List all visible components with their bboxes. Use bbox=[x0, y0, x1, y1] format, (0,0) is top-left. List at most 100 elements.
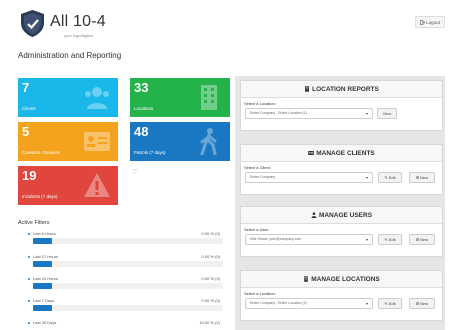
field-label: Select a User: bbox=[244, 227, 270, 232]
app-title: All 10-4 bbox=[50, 13, 106, 30]
filter-value: 0.00 % (0) bbox=[201, 231, 220, 236]
tile-label: Patrols (7 days) bbox=[134, 150, 166, 155]
location-report-select[interactable]: Entire Company - Entire Location (1) ▾ bbox=[245, 108, 373, 119]
bullet-icon bbox=[28, 256, 30, 258]
heart-icon[interactable]: ♡ bbox=[132, 168, 138, 176]
pencil-icon: ✎ bbox=[384, 175, 388, 180]
field-label: Select a Client: bbox=[244, 165, 271, 170]
chevron-down-icon: ▾ bbox=[365, 237, 368, 242]
user-select[interactable]: Ellie Shane, john@company.com ▾ bbox=[245, 234, 373, 245]
panel-title: MANAGE LOCATIONS bbox=[311, 275, 380, 283]
select-value: Entire Company bbox=[250, 175, 276, 179]
plus-icon: ⊞ bbox=[415, 175, 420, 180]
filter-value: 10.00 % (2) bbox=[199, 320, 220, 325]
progress-fill bbox=[33, 261, 52, 267]
bullet-icon bbox=[28, 300, 30, 302]
chevron-down-icon: ▾ bbox=[365, 111, 368, 116]
walking-icon bbox=[200, 128, 217, 155]
tile-value: 19 bbox=[22, 168, 37, 183]
filter-name: Last 12 Hours bbox=[33, 254, 58, 259]
panel-header: MANAGE USERS bbox=[241, 207, 442, 224]
new-label: New bbox=[420, 237, 429, 242]
tile-value: 48 bbox=[134, 124, 149, 139]
field-label: Select a Location: bbox=[244, 101, 276, 106]
filter-value: 0.00 % (0) bbox=[201, 276, 220, 281]
tile-label: Incidents (7 days) bbox=[22, 194, 58, 199]
filter-value: 0.00 % (0) bbox=[201, 298, 220, 303]
tile-clients[interactable]: 7 Clients bbox=[18, 78, 118, 117]
new-label: New bbox=[420, 301, 429, 306]
tile-label: Locations bbox=[134, 106, 154, 111]
logout-button[interactable]: Logout bbox=[415, 16, 445, 28]
active-filters-title: Active Filters bbox=[18, 220, 50, 226]
filter-name: Last 30 Days bbox=[33, 320, 57, 325]
edit-label: Edit bbox=[388, 237, 396, 242]
manage-users-panel: MANAGE USERS Select a User: Ellie Shane,… bbox=[240, 206, 443, 257]
select-value: Ellie Shane, john@company.com bbox=[250, 237, 302, 241]
logout-icon bbox=[420, 19, 426, 25]
filter-name: Last 6 Hours bbox=[33, 231, 56, 236]
document-icon bbox=[305, 86, 310, 92]
panel-title: MANAGE CLIENTS bbox=[316, 149, 375, 157]
filter-row: Last 12 Hours 0.00 % (0) bbox=[28, 254, 228, 271]
panel-header: LOCATION REPORTS bbox=[241, 81, 442, 98]
edit-location-button[interactable]: ✎ Edit bbox=[378, 298, 402, 309]
tile-locations[interactable]: 33 Locations bbox=[130, 78, 230, 117]
warning-icon bbox=[84, 173, 110, 197]
new-client-button[interactable]: ⊞ New bbox=[409, 172, 435, 183]
client-select[interactable]: Entire Company ▾ bbox=[245, 172, 373, 183]
manage-locations-panel: MANAGE LOCATIONS Select a Location: Enti… bbox=[240, 270, 443, 321]
plus-icon: ⊞ bbox=[415, 237, 420, 242]
tile-incidents[interactable]: 19 Incidents (7 days) bbox=[18, 166, 118, 205]
logout-label: Logout bbox=[426, 19, 440, 25]
panel-title: LOCATION REPORTS bbox=[312, 85, 379, 93]
edit-user-button[interactable]: ✎ Edit bbox=[378, 234, 402, 245]
view-button[interactable]: View bbox=[377, 108, 397, 119]
id-card-icon bbox=[308, 151, 315, 155]
tile-devices[interactable]: 5 Cameras / Devices bbox=[18, 122, 118, 161]
tile-label: Cameras / Devices bbox=[22, 150, 61, 155]
location-select[interactable]: Entire Company - Entire Location (1) ▾ bbox=[245, 298, 373, 309]
chevron-down-icon: ▾ bbox=[365, 301, 368, 306]
field-label: Select a Location: bbox=[244, 291, 276, 296]
new-location-button[interactable]: ⊞ New bbox=[409, 298, 435, 309]
view-label: View bbox=[382, 111, 392, 116]
edit-label: Edit bbox=[388, 175, 396, 180]
pencil-icon: ✎ bbox=[384, 301, 388, 306]
progress-fill bbox=[33, 238, 52, 244]
progress-fill bbox=[33, 283, 52, 289]
tile-value: 33 bbox=[134, 80, 149, 95]
progress-fill bbox=[33, 305, 52, 311]
select-value: Entire Company - Entire Location (1) bbox=[250, 301, 307, 305]
location-reports-panel: LOCATION REPORTS Select a Location: Enti… bbox=[240, 80, 443, 131]
users-icon bbox=[85, 87, 109, 109]
progress-track bbox=[33, 261, 223, 267]
filter-row: Last 30 Days 10.00 % (2) bbox=[28, 320, 228, 330]
panel-header: MANAGE CLIENTS bbox=[241, 145, 442, 162]
tile-value: 5 bbox=[22, 124, 30, 139]
app-tagline: your logo/tagline bbox=[64, 33, 94, 38]
building-icon bbox=[201, 85, 217, 110]
filter-name: Last 7 Days bbox=[33, 298, 55, 303]
filter-value: 0.00 % (0) bbox=[201, 254, 220, 259]
progress-track bbox=[33, 238, 223, 244]
tile-label: Clients bbox=[22, 106, 36, 111]
edit-client-button[interactable]: ✎ Edit bbox=[378, 172, 402, 183]
bullet-icon bbox=[28, 322, 30, 324]
progress-track bbox=[33, 283, 223, 289]
building-icon bbox=[304, 276, 309, 282]
panel-title: MANAGE USERS bbox=[318, 211, 373, 219]
filter-name: Last 24 Hours bbox=[33, 276, 58, 281]
user-icon bbox=[311, 212, 317, 218]
new-label: New bbox=[420, 175, 429, 180]
bullet-icon bbox=[28, 278, 30, 280]
bullet-icon bbox=[28, 233, 30, 235]
filter-row: Last 24 Hours 0.00 % (0) bbox=[28, 276, 228, 293]
chevron-down-icon: ▾ bbox=[365, 175, 368, 180]
filter-row: Last 7 Days 0.00 % (0) bbox=[28, 298, 228, 315]
progress-track bbox=[33, 305, 223, 311]
tile-patrols[interactable]: 48 Patrols (7 days) bbox=[130, 122, 230, 161]
id-card-icon bbox=[84, 132, 110, 151]
pencil-icon: ✎ bbox=[384, 237, 388, 242]
new-user-button[interactable]: ⊞ New bbox=[409, 234, 435, 245]
